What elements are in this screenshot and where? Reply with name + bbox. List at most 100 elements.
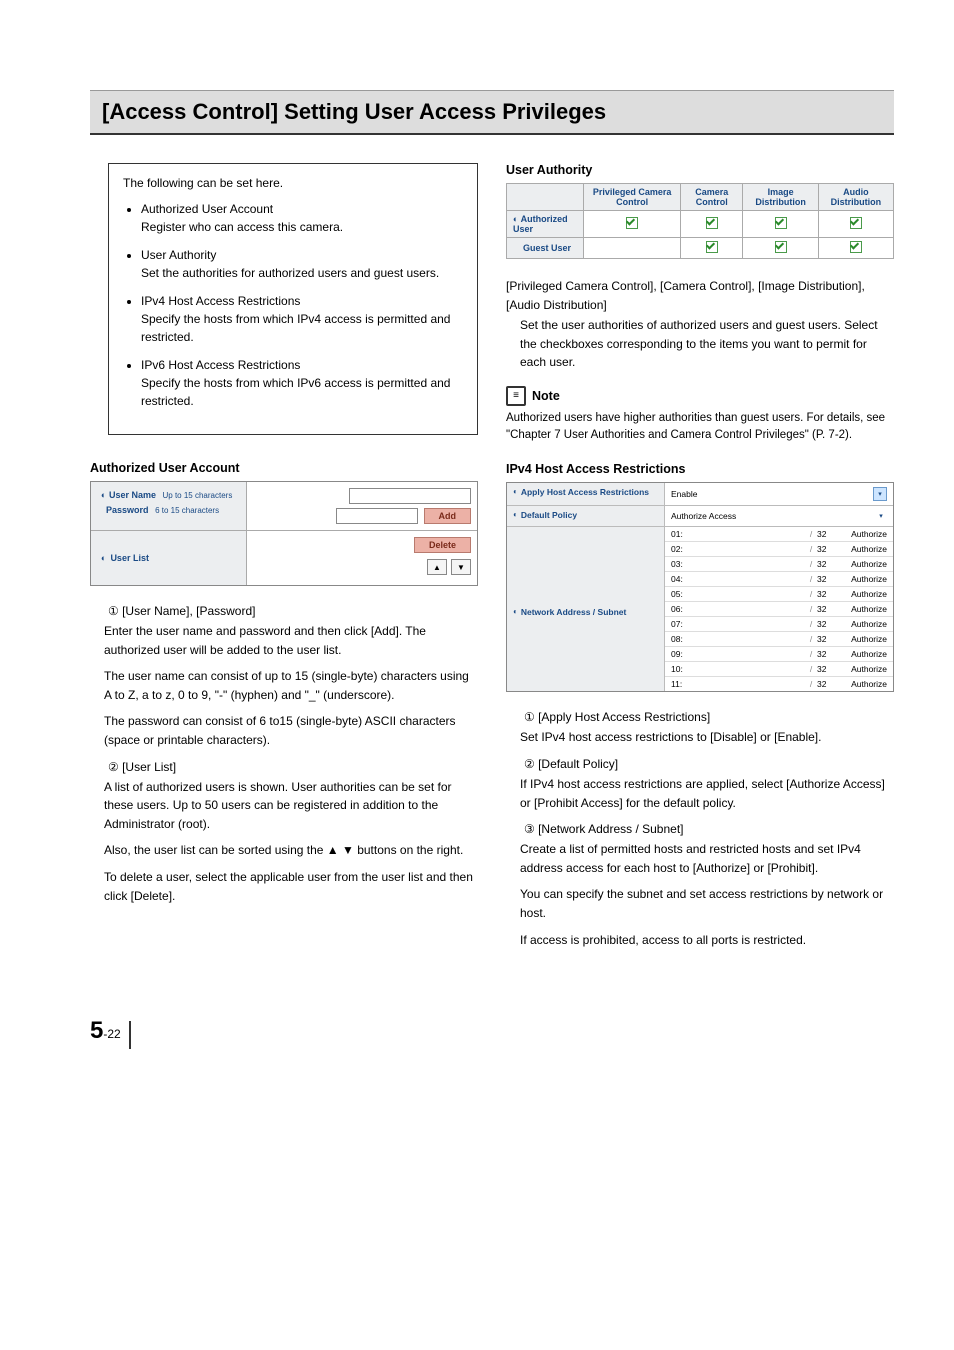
auth-col-head: Camera Control	[681, 184, 743, 211]
ipv4-row-mask: 32	[817, 559, 837, 569]
ipv4-row-num: 10:	[671, 664, 693, 674]
ipv4-item1-body: Set IPv4 host access restrictions to [Di…	[506, 728, 894, 747]
ipv4-row-action: Authorize	[837, 529, 887, 539]
ipv4-list-row: 09:/32Authorize	[665, 646, 893, 661]
ipv4-row-num: 03:	[671, 559, 693, 569]
username-input[interactable]	[349, 488, 471, 504]
info-icon: ◐	[513, 487, 518, 496]
password-hint: 6 to 15 characters	[155, 506, 219, 515]
auth-checkbox[interactable]	[850, 241, 862, 253]
intro-box: The following can be set here. Authorize…	[108, 163, 478, 435]
ipv4-item3-body: You can specify the subnet and set acces…	[506, 885, 894, 922]
ipv4-row-action: Authorize	[837, 634, 887, 644]
section-title: [Access Control] Setting User Access Pri…	[102, 99, 882, 125]
ipv4-figure: ◐Apply Host Access Restrictions Enable▾ …	[506, 482, 894, 692]
auth-row-name: Guest User	[523, 243, 571, 253]
auth-checkbox[interactable]	[775, 217, 787, 229]
auth-checkbox[interactable]	[706, 241, 718, 253]
item1-body: Enter the user name and password and the…	[90, 622, 478, 659]
auth-checkbox[interactable]	[626, 217, 638, 229]
ipv4-row-mask: 32	[817, 529, 837, 539]
ipv4-row-action: Authorize	[837, 619, 887, 629]
ipv4-row-mask: 32	[817, 619, 837, 629]
ipv4-list-row: 07: /32Authorize	[665, 616, 893, 631]
ipv4-item3-body: Create a list of permitted hosts and res…	[506, 840, 894, 877]
sort-down-button[interactable]: ▼	[451, 559, 471, 575]
ipv4-list-row: 03: /32Authorize	[665, 556, 893, 571]
ipv4-row-slash: /	[805, 589, 817, 599]
ipv4-row-slash: /	[805, 574, 817, 584]
item2-body: Also, the user list can be sorted using …	[90, 841, 478, 860]
ipv4-item2-body: If IPv4 host access restrictions are app…	[506, 775, 894, 812]
ipv4-row-mask: 32	[817, 589, 837, 599]
ipv4-row-slash: /	[805, 544, 817, 554]
item2-body: To delete a user, select the applicable …	[90, 868, 478, 905]
intro-item-head: IPv4 Host Access Restrictions	[141, 292, 463, 310]
ipv4-row-num: 01:	[671, 529, 693, 539]
note-label: Note	[532, 389, 560, 403]
ipv4-row-slash: /	[805, 604, 817, 614]
ipv4-row-slash: /	[805, 679, 817, 689]
ipv4-row-mask: 32	[817, 634, 837, 644]
authorized-user-heading: Authorized User Account	[90, 461, 478, 475]
auth-row-name: Authorized User	[513, 214, 568, 234]
ipv4-row-mask: 32	[817, 679, 837, 689]
ipv4-list-row: 05: /32Authorize	[665, 586, 893, 601]
add-button[interactable]: Add	[424, 508, 472, 524]
ipv4-row-slash: /	[805, 649, 817, 659]
ipv4-row-num: 05:	[671, 589, 693, 599]
user-account-figure: ◐ User Name Up to 15 characters Password…	[90, 481, 478, 586]
sort-up-button[interactable]: ▲	[427, 559, 447, 575]
username-label: User Name	[109, 490, 156, 500]
ipv4-policy-value: Authorize Access	[671, 511, 736, 521]
ipv4-heading: IPv4 Host Access Restrictions	[506, 462, 894, 476]
ua-subhead: [Privileged Camera Control], [Camera Con…	[506, 277, 894, 314]
dropdown-icon[interactable]: ▾	[873, 487, 887, 501]
info-icon: ◐	[513, 607, 518, 616]
auth-checkbox[interactable]	[850, 217, 862, 229]
intro-item-head: IPv6 Host Access Restrictions	[141, 356, 463, 374]
auth-checkbox[interactable]	[775, 241, 787, 253]
ipv4-list-row: 04:/32Authorize	[665, 571, 893, 586]
ipv4-item3-head: ③ [Network Address / Subnet]	[524, 820, 894, 838]
password-input[interactable]	[336, 508, 418, 524]
ipv4-item3-body: If access is prohibited, access to all p…	[506, 931, 894, 950]
ipv4-row-slash: /	[805, 634, 817, 644]
ipv4-row-num: 08:	[671, 634, 693, 644]
ipv4-row-num: 07:	[671, 619, 693, 629]
lock-icon: ◐	[513, 214, 518, 224]
item2-body: A list of authorized users is shown. Use…	[90, 778, 478, 834]
password-label: Password	[106, 505, 149, 515]
dropdown-icon[interactable]: ▾	[875, 510, 887, 522]
intro-item-body: Register who can access this camera.	[141, 218, 463, 236]
note-body: Authorized users have higher authorities…	[506, 410, 894, 445]
info-icon: ◐	[513, 510, 518, 519]
item1-head: ① [User Name], [Password]	[108, 602, 478, 620]
auth-checkbox[interactable]	[706, 217, 718, 229]
item1-body: The user name can consist of up to 15 (s…	[90, 667, 478, 704]
user-authority-table: Privileged Camera Control Camera Control…	[506, 183, 894, 259]
ipv4-row-action: Authorize	[837, 589, 887, 599]
ipv4-list-row: 02:/32Authorize	[665, 541, 893, 556]
section-title-bar: [Access Control] Setting User Access Pri…	[90, 90, 894, 135]
ipv4-row-num: 04:	[671, 574, 693, 584]
ipv4-row-num: 09:	[671, 649, 693, 659]
ipv4-row-action: Authorize	[837, 604, 887, 614]
ipv4-list-row: 06:/32Authorize	[665, 601, 893, 616]
ipv4-row-slash: /	[805, 619, 817, 629]
ipv4-row-action: Authorize	[837, 559, 887, 569]
ipv4-row-mask: 32	[817, 664, 837, 674]
ipv4-row-action: Authorize	[837, 544, 887, 554]
auth-col-head: Audio Distribution	[818, 184, 893, 211]
ipv4-row-slash: /	[805, 529, 817, 539]
intro-item-body: Specify the hosts from which IPv4 access…	[141, 310, 463, 346]
ipv4-list-row: 11:/32Authorize	[665, 676, 893, 691]
ipv4-row-num: 06:	[671, 604, 693, 614]
intro-item-head: User Authority	[141, 246, 463, 264]
ipv4-apply-value: Enable	[671, 489, 697, 499]
delete-button[interactable]: Delete	[414, 537, 471, 553]
ipv4-row-num: 11:	[671, 679, 693, 689]
auth-col-head: Image Distribution	[743, 184, 818, 211]
ipv4-row-slash: /	[805, 559, 817, 569]
ipv4-list-row: 10:/32Authorize	[665, 661, 893, 676]
